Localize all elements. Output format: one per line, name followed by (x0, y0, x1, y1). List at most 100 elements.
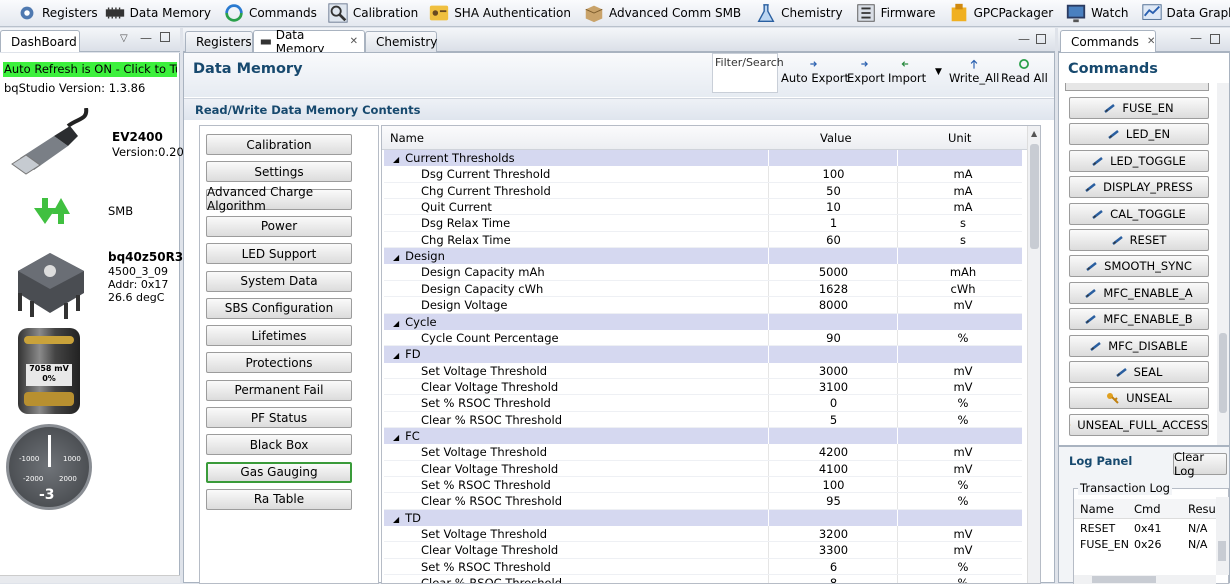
maximize-icon[interactable] (160, 32, 170, 42)
table-row[interactable]: Set % RSOC Threshold 0% (384, 395, 1022, 412)
table-row[interactable]: Set Voltage Threshold 3000 mV (384, 362, 1022, 379)
minimize-icon[interactable]: — (140, 31, 152, 45)
cmd-display-press-button[interactable]: DISPLAY_PRESS (1069, 176, 1209, 199)
toolbar-data-memory[interactable]: Data Memory (102, 0, 215, 26)
value-cell[interactable]: 3000 (770, 362, 898, 378)
value-cell[interactable]: 6 (770, 558, 898, 575)
category-settings-button[interactable]: Settings (206, 161, 352, 183)
table-group-row[interactable]: ◢ FD (384, 346, 1027, 363)
cmd-mfc-disable-button[interactable]: MFC_DISABLE (1069, 334, 1209, 357)
table-row[interactable]: Cycle Count Percentage 90% (384, 329, 1022, 347)
toolbar-advanced-comm-smb[interactable]: Advanced Comm SMB (581, 0, 745, 26)
filter-search-box[interactable]: Filter/Search (712, 53, 784, 93)
table-row[interactable]: Dsg Current Threshold 100 mA (384, 166, 1022, 183)
import-dropdown-icon[interactable]: ▼ (935, 67, 942, 77)
expand-caret-icon[interactable]: ◢ (393, 253, 399, 262)
view-menu-icon[interactable]: ▽ (120, 33, 128, 44)
table-row[interactable]: Design Capacity cWh 1628 cWh (384, 280, 1022, 298)
cmd-smooth-sync-button[interactable]: SMOOTH_SYNC (1069, 255, 1209, 278)
table-row[interactable]: Clear % RSOC Threshold 95% (384, 493, 1022, 510)
col-header-value[interactable]: Value (820, 131, 852, 145)
cmd-seal-button[interactable]: SEAL (1069, 361, 1209, 383)
expand-caret-icon[interactable]: ◢ (393, 515, 399, 524)
tab-close-icon[interactable]: ✕ (350, 36, 358, 47)
cmd-led-en-button[interactable]: LED_EN (1069, 123, 1209, 146)
cmd-fuse-en-button[interactable]: FUSE_EN (1069, 97, 1209, 119)
table-row[interactable]: Set % RSOC Threshold 100% (384, 477, 1022, 494)
clear-log-button[interactable]: Clear Log (1173, 450, 1227, 478)
category-pf-status-button[interactable]: PF Status (206, 407, 352, 428)
action-write-all[interactable]: Write_All (949, 57, 999, 93)
table-group-row[interactable]: ◢ FC (384, 427, 1027, 445)
value-cell[interactable]: 95 (770, 493, 898, 509)
table-row[interactable]: Quit Current 10 mA (384, 199, 1022, 216)
action-export[interactable]: Export (847, 57, 885, 93)
table-row[interactable]: Clear Voltage Threshold 3100 mV (384, 378, 1022, 396)
value-cell[interactable]: 100 (770, 166, 898, 182)
tab-commands[interactable]: Commands ✕ (1060, 30, 1156, 52)
commands-maximize-icon[interactable] (1210, 34, 1220, 44)
filter-search-input[interactable] (713, 69, 777, 87)
category-system-data-button[interactable]: System Data (206, 270, 352, 292)
commands-minimize-icon[interactable]: — (1190, 31, 1202, 45)
category-led-support-button[interactable]: LED Support (206, 243, 352, 265)
category-permanent-fail-button[interactable]: Permanent Fail (206, 379, 352, 401)
commands-close-icon[interactable]: ✕ (1147, 36, 1155, 47)
expand-caret-icon[interactable]: ◢ (393, 319, 399, 328)
cmd-mfc-enable-a-button[interactable]: MFC_ENABLE_A (1069, 281, 1209, 304)
table-row[interactable]: Clear Voltage Threshold 3300 mV (384, 542, 1022, 559)
log-vscroll[interactable] (1216, 497, 1229, 575)
table-group-row[interactable]: ◢ Current Thresholds (384, 150, 1027, 167)
toolbar-registers[interactable]: Registers (14, 0, 102, 26)
toolbar-data-graph[interactable]: Data Graph (1139, 0, 1230, 26)
value-cell[interactable]: 90 (770, 329, 898, 346)
value-cell[interactable]: 1628 (770, 280, 898, 297)
value-cell[interactable]: 100 (770, 477, 898, 493)
category-advanced-charge-algorithm-button[interactable]: Advanced Charge Algorithm (206, 185, 352, 213)
expand-caret-icon[interactable]: ◢ (393, 155, 399, 164)
action-auto-export[interactable]: Auto Export (781, 57, 849, 93)
category-black-box-button[interactable]: Black Box (206, 434, 352, 456)
value-cell[interactable]: 4200 (770, 444, 898, 460)
category-ra-table-button[interactable]: Ra Table (206, 488, 352, 510)
log-hscroll-thumb[interactable] (1092, 576, 1156, 583)
expand-caret-icon[interactable]: ◢ (393, 433, 399, 442)
table-row[interactable]: Set Voltage Threshold 3200 mV (384, 526, 1022, 543)
table-group-row[interactable]: ◢ TD (384, 509, 1027, 527)
value-cell[interactable]: 5000 (770, 264, 898, 280)
value-cell[interactable]: 3300 (770, 542, 898, 558)
toolbar-firmware[interactable]: Firmware (853, 0, 940, 26)
table-vscroll[interactable]: ▲ (1027, 126, 1040, 583)
table-row[interactable]: Design Capacity mAh 5000 mAh (384, 264, 1022, 281)
value-cell[interactable]: 0 (770, 395, 898, 411)
value-cell[interactable]: 50 (770, 182, 898, 199)
toolbar-commands[interactable]: Commands (221, 0, 321, 26)
category-protections-button[interactable]: Protections (206, 352, 352, 374)
table-row[interactable]: Dsg Relax Time 1 s (384, 215, 1022, 232)
table-row[interactable]: Clear Voltage Threshold 4100 mV (384, 460, 1022, 478)
value-cell[interactable]: 8000 (770, 297, 898, 313)
value-cell[interactable]: 4100 (770, 460, 898, 477)
category-power-button[interactable]: Power (206, 215, 352, 237)
value-cell[interactable]: 3200 (770, 526, 898, 542)
category-gas-gauging-button[interactable]: Gas Gauging (206, 461, 352, 483)
editor-minimize-icon[interactable]: — (1018, 32, 1030, 46)
table-row[interactable]: Set Voltage Threshold 4200 mV (384, 444, 1022, 461)
table-row[interactable]: Design Voltage 8000 mV (384, 297, 1022, 314)
scroll-up-icon[interactable]: ▲ (1031, 129, 1037, 138)
toolbar-gpcpackager[interactable]: GPCPackager (946, 0, 1058, 26)
table-group-row[interactable]: ◢ Cycle (384, 313, 1027, 330)
log-row[interactable]: FUSE_EN 0x26 N/A (1074, 537, 1216, 553)
cmd-unseal-button[interactable]: UNSEAL (1069, 387, 1209, 410)
tab-chemistry[interactable]: Chemistry (365, 31, 437, 52)
cmd-mfc-enable-b-button[interactable]: MFC_ENABLE_B (1069, 308, 1209, 331)
auto-refresh-toggle[interactable]: Auto Refresh is ON - Click to Turn (3, 62, 177, 77)
category-lifetimes-button[interactable]: Lifetimes (206, 325, 352, 347)
table-group-row[interactable]: ◢ Design (384, 248, 1027, 265)
toolbar-sha-authentication[interactable]: SHA Authentication (426, 0, 575, 26)
cmd-cal-toggle-button[interactable]: CAL_TOGGLE (1069, 202, 1209, 225)
tab-data-memory[interactable]: Data Memory ✕ (253, 28, 365, 56)
table-vscroll-thumb[interactable] (1030, 144, 1039, 249)
col-header-unit[interactable]: Unit (948, 131, 971, 145)
commands-vscroll[interactable] (1217, 83, 1229, 445)
